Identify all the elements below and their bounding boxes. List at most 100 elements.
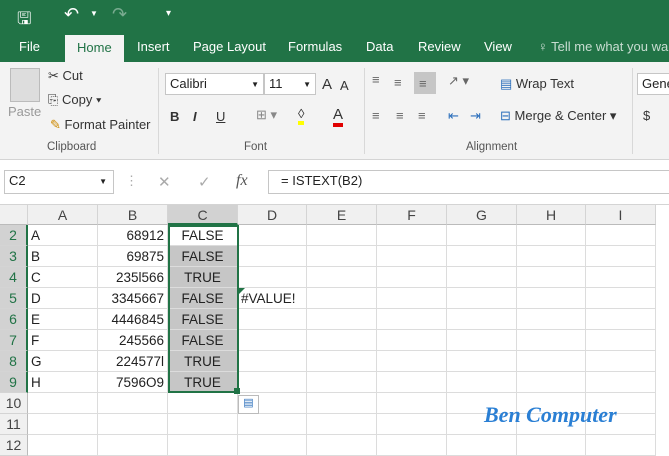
align-top-icon[interactable]: ≡ (372, 72, 380, 87)
cell-g2[interactable] (447, 225, 517, 246)
cell-d7[interactable] (238, 330, 307, 351)
orientation-icon[interactable]: ↗ ▾ (448, 73, 469, 89)
cell-a7[interactable]: F (28, 330, 98, 351)
row-header[interactable]: 6 (0, 309, 28, 330)
align-middle-icon[interactable]: ≡ (394, 75, 402, 90)
row-header[interactable]: 5 (0, 288, 28, 309)
cell-h2[interactable] (517, 225, 586, 246)
column-header-b[interactable]: B (98, 205, 168, 225)
cell-i3[interactable] (586, 246, 656, 267)
cell-c5[interactable]: FALSE (168, 288, 238, 309)
cell-h4[interactable] (517, 267, 586, 288)
cell-a12[interactable] (28, 435, 98, 456)
cell-i8[interactable] (586, 351, 656, 372)
formula-input[interactable]: = ISTEXT(B2) (268, 170, 669, 194)
paste-icon[interactable] (10, 68, 40, 102)
cell-i9[interactable] (586, 372, 656, 393)
shrink-font-button[interactable]: A (340, 78, 349, 93)
cell-f7[interactable] (377, 330, 447, 351)
currency-button[interactable]: $ (643, 108, 650, 123)
cell-f4[interactable] (377, 267, 447, 288)
cell-c6[interactable]: FALSE (168, 309, 238, 330)
align-bottom-icon[interactable]: ≡ (414, 72, 436, 94)
tab-data[interactable]: Data (366, 39, 393, 54)
cell-e5[interactable] (307, 288, 377, 309)
copy-button[interactable]: ⎘ Copy ▾ (48, 92, 101, 108)
cell-b6[interactable]: 4446845 (98, 309, 168, 330)
cell-c11[interactable] (168, 414, 238, 435)
tell-me-search[interactable]: ♀ Tell me what you wa (538, 39, 668, 54)
row-header[interactable]: 2 (0, 225, 28, 246)
cell-e4[interactable] (307, 267, 377, 288)
insert-function-icon[interactable]: fx (236, 172, 248, 190)
cell-f9[interactable] (377, 372, 447, 393)
tab-insert[interactable]: Insert (137, 39, 170, 54)
cell-c7[interactable]: FALSE (168, 330, 238, 351)
customize-qat-icon[interactable]: ▾ (166, 8, 171, 19)
cell-h7[interactable] (517, 330, 586, 351)
cell-g12[interactable] (447, 435, 517, 456)
cell-i7[interactable] (586, 330, 656, 351)
cell-c12[interactable] (168, 435, 238, 456)
select-all-button[interactable] (0, 205, 28, 225)
cell-e2[interactable] (307, 225, 377, 246)
cell-c4[interactable]: TRUE (168, 267, 238, 288)
cell-f6[interactable] (377, 309, 447, 330)
cell-d6[interactable] (238, 309, 307, 330)
cell-d9[interactable] (238, 372, 307, 393)
cell-g3[interactable] (447, 246, 517, 267)
format-painter-button[interactable]: ✎ Format Painter (50, 117, 151, 133)
cell-f10[interactable] (377, 393, 447, 414)
cell-f8[interactable] (377, 351, 447, 372)
cell-g8[interactable] (447, 351, 517, 372)
row-header[interactable]: 10 (0, 393, 28, 414)
cell-g4[interactable] (447, 267, 517, 288)
cell-e9[interactable] (307, 372, 377, 393)
tab-page-layout[interactable]: Page Layout (193, 39, 266, 54)
cell-e6[interactable] (307, 309, 377, 330)
cell-d2[interactable] (238, 225, 307, 246)
column-header-a[interactable]: A (28, 205, 98, 225)
row-header[interactable]: 4 (0, 267, 28, 288)
cell-h3[interactable] (517, 246, 586, 267)
align-left-icon[interactable]: ≡ (372, 108, 380, 123)
cut-button[interactable]: ✂ Cut (48, 68, 83, 84)
cell-b9[interactable]: 7596O9 (98, 372, 168, 393)
merge-center-button[interactable]: ⊟ Merge & Center ▾ (500, 108, 616, 124)
cell-b7[interactable]: 245566 (98, 330, 168, 351)
tab-home[interactable]: Home (65, 35, 124, 62)
column-header-c[interactable]: C (168, 205, 238, 225)
fill-handle[interactable] (234, 388, 240, 394)
cell-g6[interactable] (447, 309, 517, 330)
cell-a2[interactable]: A (28, 225, 98, 246)
cell-c10[interactable] (168, 393, 238, 414)
cell-d8[interactable] (238, 351, 307, 372)
cell-h12[interactable] (517, 435, 586, 456)
align-center-icon[interactable]: ≡ (396, 108, 404, 123)
cell-e11[interactable] (307, 414, 377, 435)
decrease-indent-icon[interactable]: ⇤ (448, 108, 459, 124)
cancel-icon[interactable]: ✕ (158, 173, 171, 191)
cell-h6[interactable] (517, 309, 586, 330)
tab-review[interactable]: Review (418, 39, 461, 54)
column-header-f[interactable]: F (377, 205, 447, 225)
cell-d5[interactable]: #VALUE! (238, 288, 307, 309)
cell-a6[interactable]: E (28, 309, 98, 330)
cell-h5[interactable] (517, 288, 586, 309)
font-size-select[interactable]: 11 ▼ (264, 73, 316, 95)
cell-g5[interactable] (447, 288, 517, 309)
undo-dropdown-icon[interactable]: ▼ (90, 9, 98, 18)
underline-button[interactable]: U (216, 109, 225, 124)
tab-view[interactable]: View (484, 39, 512, 54)
column-header-h[interactable]: H (517, 205, 586, 225)
cell-b5[interactable]: 3345667 (98, 288, 168, 309)
cell-d4[interactable] (238, 267, 307, 288)
row-header[interactable]: 3 (0, 246, 28, 267)
cell-e12[interactable] (307, 435, 377, 456)
cell-a8[interactable]: G (28, 351, 98, 372)
cell-i4[interactable] (586, 267, 656, 288)
cell-f5[interactable] (377, 288, 447, 309)
cell-f2[interactable] (377, 225, 447, 246)
column-header-i[interactable]: I (586, 205, 656, 225)
cell-c9[interactable]: TRUE (168, 372, 238, 393)
